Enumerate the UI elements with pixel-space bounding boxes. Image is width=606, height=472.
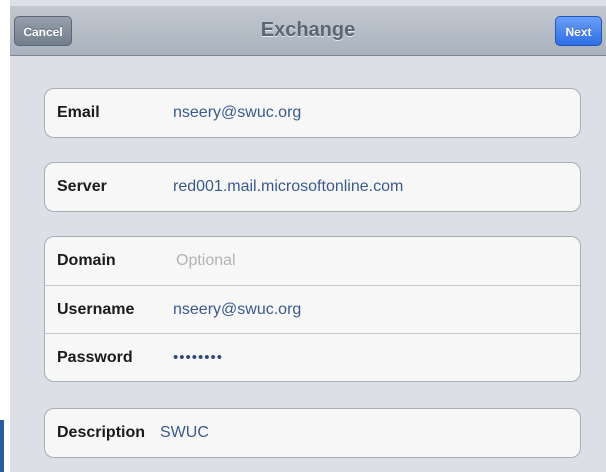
page-title: Exchange [260, 19, 356, 41]
password-row[interactable]: Password •••••••• [45, 333, 580, 381]
exchange-setup-screen: Cancel Exchange Next Email nseery@swuc.o… [0, 0, 606, 472]
server-row[interactable]: Server red001.mail.microsoftonline.com [45, 163, 580, 211]
email-group: Email nseery@swuc.org [44, 88, 581, 138]
username-label: Username [57, 301, 135, 318]
email-field[interactable]: nseery@swuc.org [173, 89, 301, 136]
description-row[interactable]: Description SWUC [45, 409, 580, 457]
email-row[interactable]: Email nseery@swuc.org [45, 89, 580, 137]
navigation-bar: Cancel Exchange Next [10, 6, 606, 56]
domain-label: Domain [57, 252, 116, 269]
credentials-group: Domain Optional Username nseery@swuc.org… [44, 236, 581, 382]
password-label: Password [57, 349, 133, 366]
domain-row[interactable]: Domain Optional [45, 237, 580, 285]
form-content: Email nseery@swuc.org Server red001.mail… [10, 56, 606, 472]
server-label: Server [57, 178, 107, 195]
server-group: Server red001.mail.microsoftonline.com [44, 162, 581, 212]
left-edge-strip [0, 0, 10, 472]
username-field[interactable]: nseery@swuc.org [173, 286, 301, 333]
next-button[interactable]: Next [555, 16, 602, 46]
password-field[interactable]: •••••••• [173, 334, 223, 381]
domain-field[interactable]: Optional [176, 237, 236, 284]
email-label: Email [57, 104, 100, 121]
username-row[interactable]: Username nseery@swuc.org [45, 285, 580, 333]
description-label: Description [57, 424, 146, 441]
description-group: Description SWUC [44, 408, 581, 458]
server-field[interactable]: red001.mail.microsoftonline.com [173, 163, 403, 210]
blue-edge-accent [0, 420, 4, 472]
description-field[interactable]: SWUC [160, 409, 209, 456]
